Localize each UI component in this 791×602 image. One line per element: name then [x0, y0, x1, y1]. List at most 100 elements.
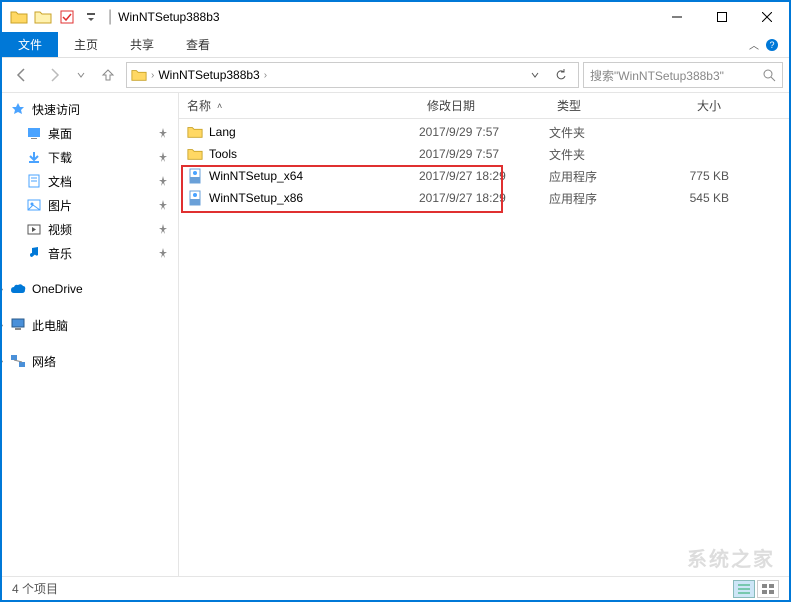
window-controls	[654, 2, 789, 32]
item-icon	[26, 149, 42, 165]
sidebar-item-label: 视频	[48, 221, 72, 238]
explorer-window: | WinNTSetup388b3 文件 主页 共享 查看 ︿ ?	[0, 0, 791, 602]
file-date: 2017/9/29 7:57	[419, 125, 549, 139]
sidebar-item-label: 下载	[48, 149, 72, 166]
status-text: 4 个项目	[12, 580, 58, 597]
file-row[interactable]: WinNTSetup_x86 2017/9/27 18:29应用程序545 KB	[179, 187, 789, 209]
svg-text:?: ?	[769, 40, 774, 50]
file-date: 2017/9/27 18:29	[419, 191, 549, 205]
sidebar-this-pc[interactable]: › 此电脑	[2, 313, 178, 337]
file-date: 2017/9/27 18:29	[419, 169, 549, 183]
maximize-button[interactable]	[699, 2, 744, 32]
sidebar-item-label: 音乐	[48, 245, 72, 262]
column-date[interactable]: 修改日期	[419, 97, 549, 114]
qat-check-icon[interactable]	[56, 6, 78, 28]
titlebar: | WinNTSetup388b3	[2, 2, 789, 32]
minimize-button[interactable]	[654, 2, 699, 32]
help-icon[interactable]: ?	[765, 38, 779, 52]
quick-access-toolbar	[2, 6, 102, 28]
breadcrumb[interactable]: WinNTSetup388b3	[158, 68, 259, 82]
sidebar-item[interactable]: 桌面	[2, 121, 178, 145]
nav-back-button[interactable]	[8, 62, 36, 88]
file-name: WinNTSetup_x86	[209, 191, 303, 205]
file-size: 775 KB	[649, 169, 729, 183]
close-button[interactable]	[744, 2, 789, 32]
navigation-pane[interactable]: 快速访问 桌面下载文档图片视频音乐 › OneDrive › 此电脑	[2, 93, 179, 576]
item-icon	[26, 245, 42, 261]
chevron-right-icon[interactable]: ›	[2, 356, 3, 367]
nav-recent-dropdown[interactable]	[72, 62, 90, 88]
pin-icon	[158, 128, 168, 138]
file-date: 2017/9/29 7:57	[419, 147, 549, 161]
search-icon[interactable]	[763, 69, 776, 82]
nav-forward-button[interactable]	[40, 62, 68, 88]
ribbon-tab-home[interactable]: 主页	[58, 32, 114, 57]
view-details-button[interactable]	[733, 580, 755, 598]
refresh-icon[interactable]	[548, 63, 574, 87]
sidebar-item-label: 图片	[48, 197, 72, 214]
status-bar: 4 个项目	[2, 576, 789, 600]
column-type[interactable]: 类型	[549, 97, 649, 114]
view-icons-button[interactable]	[757, 580, 779, 598]
window-title: WinNTSetup388b3	[118, 10, 219, 24]
sidebar-network[interactable]: › 网络	[2, 349, 178, 373]
file-type: 应用程序	[549, 190, 649, 207]
sidebar-item-label: 文档	[48, 173, 72, 190]
cloud-icon	[10, 281, 26, 297]
ribbon-collapse-icon[interactable]: ︿	[749, 37, 759, 52]
folder-open-icon[interactable]	[32, 6, 54, 28]
search-input[interactable]: 搜索"WinNTSetup388b3"	[583, 62, 783, 88]
file-row[interactable]: WinNTSetup_x642017/9/27 18:29应用程序775 KB	[179, 165, 789, 187]
file-type: 文件夹	[549, 124, 649, 141]
sidebar-item-label: 快速访问	[32, 101, 80, 118]
pin-icon	[158, 248, 168, 258]
sidebar-item-label: OneDrive	[32, 282, 83, 296]
file-row[interactable]: Tools 2017/9/29 7:57文件夹	[179, 143, 789, 165]
folder-icon	[187, 124, 203, 140]
application-icon	[187, 190, 203, 206]
application-icon	[187, 168, 203, 184]
ribbon-file-tab[interactable]: 文件	[2, 32, 58, 57]
sidebar-item[interactable]: 图片	[2, 193, 178, 217]
sidebar-item-label: 网络	[32, 353, 56, 370]
network-icon	[10, 353, 26, 369]
pin-icon	[158, 224, 168, 234]
ribbon-tab-view[interactable]: 查看	[170, 32, 226, 57]
chevron-right-icon[interactable]: ›	[2, 320, 3, 331]
file-type: 文件夹	[549, 146, 649, 163]
star-icon	[10, 101, 26, 117]
ribbon: 文件 主页 共享 查看 ︿ ?	[2, 32, 789, 58]
file-size: 545 KB	[649, 191, 729, 205]
column-size[interactable]: 大小	[649, 97, 729, 114]
chevron-right-icon[interactable]: ›	[151, 70, 154, 81]
sidebar-item[interactable]: 文档	[2, 169, 178, 193]
sidebar-item[interactable]: 音乐	[2, 241, 178, 265]
column-name[interactable]: 名称 ˄	[179, 97, 419, 114]
address-bar[interactable]: › WinNTSetup388b3 ›	[126, 62, 579, 88]
sort-asc-icon: ˄	[217, 101, 222, 111]
nav-up-button[interactable]	[94, 62, 122, 88]
body: 快速访问 桌面下载文档图片视频音乐 › OneDrive › 此电脑	[2, 92, 789, 576]
address-dropdown-icon[interactable]	[522, 63, 548, 87]
item-icon	[26, 173, 42, 189]
folder-icon	[187, 146, 203, 162]
item-icon	[26, 221, 42, 237]
file-name: Tools	[209, 147, 237, 161]
sidebar-item[interactable]: 下载	[2, 145, 178, 169]
file-name: Lang	[209, 125, 236, 139]
sidebar-quick-access[interactable]: 快速访问	[2, 97, 178, 121]
sidebar-onedrive[interactable]: › OneDrive	[2, 277, 178, 301]
folder-icon	[131, 68, 147, 82]
file-list[interactable]: Lang 2017/9/29 7:57文件夹 Tools 2017/9/29 7:57…	[179, 119, 789, 576]
file-type: 应用程序	[549, 168, 649, 185]
qat-dropdown-icon[interactable]	[80, 6, 102, 28]
computer-icon	[10, 317, 26, 333]
file-row[interactable]: Lang 2017/9/29 7:57文件夹	[179, 121, 789, 143]
chevron-right-icon[interactable]: ›	[2, 284, 3, 295]
chevron-right-icon[interactable]: ›	[264, 70, 267, 81]
ribbon-tab-share[interactable]: 共享	[114, 32, 170, 57]
sidebar-item[interactable]: 视频	[2, 217, 178, 241]
column-headers: 名称 ˄ 修改日期 类型 大小	[179, 93, 789, 119]
search-placeholder: 搜索"WinNTSetup388b3"	[590, 67, 724, 84]
item-icon	[26, 125, 42, 141]
